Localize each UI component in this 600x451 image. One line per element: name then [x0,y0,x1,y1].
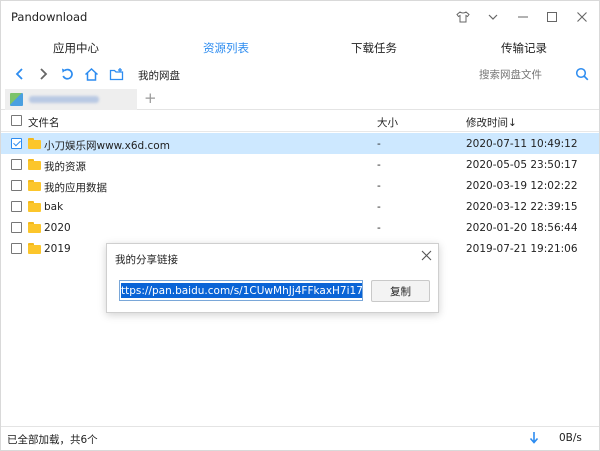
search-icon[interactable] [573,65,591,83]
shirt-skin-icon[interactable] [453,7,473,27]
row-name: 2019 [44,243,71,255]
download-arrow-icon [529,431,539,445]
tab-resource-list[interactable]: 资源列表 [151,40,301,56]
table-row[interactable]: 小刀娱乐网www.x6d.com - 2020-07-11 10:49:12 [1,133,599,154]
back-arrow-icon[interactable] [11,65,29,83]
row-size: - [377,180,381,192]
row-checkbox[interactable] [11,222,22,233]
row-name: 2020 [44,222,71,234]
toolbar: 我的网盘 [1,61,599,88]
row-date: 2020-03-12 22:39:15 [466,201,578,213]
row-size: - [377,159,381,171]
tab-app-center[interactable]: 应用中心 [1,40,151,56]
folder-icon [28,180,41,191]
table-row[interactable]: 2020 - 2020-01-20 18:56:44 [1,217,599,238]
row-checkbox[interactable] [11,159,22,170]
column-header-name[interactable]: 文件名 [28,115,60,130]
share-link-text: ttps://pan.baidu.com/s/1CUwMhJj4FFkaxH7i… [121,283,362,298]
folder-icon [28,159,41,170]
folder-icon [28,201,41,212]
row-checkbox[interactable] [11,243,22,254]
app-title: Pandownload [11,10,88,24]
folder-icon [28,243,41,254]
title-bar: Pandownload [1,1,599,33]
chevron-down-icon[interactable] [483,7,503,27]
row-size: - [377,222,381,234]
breadcrumb[interactable]: 我的网盘 [138,68,180,83]
close-icon[interactable] [572,7,592,27]
column-header-size[interactable]: 大小 [377,115,398,130]
table-header: 文件名 大小 修改时间↓ [1,110,599,132]
row-name: 我的资源 [44,161,86,173]
minimize-icon[interactable] [513,7,533,27]
tab-download-tasks[interactable]: 下载任务 [299,40,449,56]
account-tabstrip: + [1,88,599,110]
row-name: 小刀娱乐网www.x6d.com [44,140,170,152]
row-size: - [377,201,381,213]
row-date: 2020-01-20 18:56:44 [466,222,578,234]
refresh-icon[interactable] [58,65,76,83]
table-row[interactable]: bak - 2020-03-12 22:39:15 [1,196,599,217]
folder-icon [28,138,41,149]
folder-icon [28,222,41,233]
share-link-dialog: 我的分享链接 ttps://pan.baidu.com/s/1CUwMhJj4F… [106,243,439,313]
row-date: 2020-03-19 12:02:22 [466,180,578,192]
table-row[interactable]: 我的应用数据 - 2020-03-19 12:02:22 [1,175,599,196]
search-input[interactable] [479,65,571,84]
dialog-close-icon[interactable] [418,247,434,263]
download-speed: 0B/s [559,432,582,444]
table-row[interactable]: 我的资源 - 2020-05-05 23:50:17 [1,154,599,175]
row-name: bak [44,201,64,213]
select-all-checkbox[interactable] [11,115,22,126]
status-text: 已全部加载，共6个 [7,434,98,446]
row-checkbox[interactable] [11,180,22,191]
new-folder-icon[interactable] [107,65,125,83]
share-link-field[interactable]: ttps://pan.baidu.com/s/1CUwMhJj4FFkaxH7i… [119,280,363,301]
status-bar: 已全部加载，共6个 0B/s [1,426,599,450]
row-date: 2019-07-21 19:21:06 [466,243,578,255]
column-header-date[interactable]: 修改时间↓ [466,115,517,130]
blurred-account-name [29,96,99,103]
dialog-title: 我的分享链接 [115,254,178,266]
row-checkbox[interactable] [11,138,22,149]
add-tab-plus-icon[interactable]: + [144,89,157,107]
account-avatar [10,93,23,106]
home-icon[interactable] [82,65,100,83]
account-tab[interactable] [5,89,137,110]
row-name: 我的应用数据 [44,182,107,194]
row-checkbox[interactable] [11,201,22,212]
copy-button[interactable]: 复制 [371,280,430,302]
maximize-icon[interactable] [542,7,562,27]
app-window: Pandownload 应用中心 资源列表 下载任务 传输记录 我的网盘 搜索网… [0,0,600,451]
row-date: 2020-07-11 10:49:12 [466,138,578,150]
main-tabs: 应用中心 资源列表 下载任务 传输记录 [1,33,599,61]
tab-transfer-records[interactable]: 传输记录 [449,40,599,56]
row-size: - [377,138,381,150]
row-date: 2020-05-05 23:50:17 [466,159,578,171]
forward-arrow-icon[interactable] [34,65,52,83]
